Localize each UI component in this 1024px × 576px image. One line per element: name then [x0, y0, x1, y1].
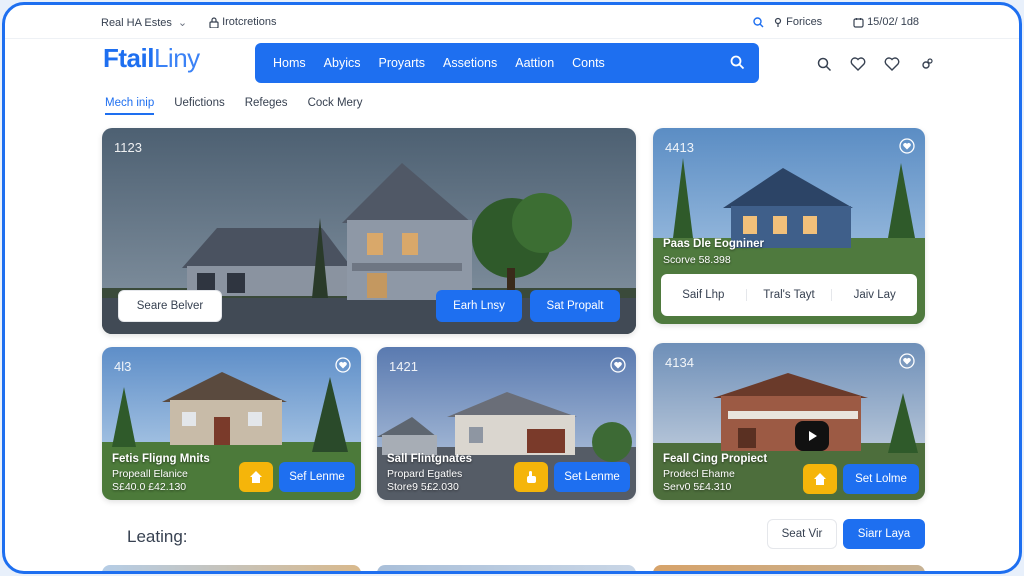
favorites-icon[interactable]	[883, 55, 901, 73]
home-icon	[250, 471, 262, 483]
section-heading: Leating:	[127, 527, 188, 546]
hero-button-1[interactable]: Earh Lnsy	[436, 290, 522, 322]
primary-button[interactable]: Siarr Laya	[843, 519, 925, 549]
nav-item-abyics[interactable]: Abyics	[316, 56, 369, 70]
featured-number: 4413	[665, 140, 694, 155]
property-number: 4134	[665, 355, 694, 370]
property-type: Propeall Elanice	[112, 468, 188, 480]
location-pin-icon	[774, 17, 782, 27]
home-button[interactable]	[239, 462, 273, 492]
listing-card-peek[interactable]	[377, 565, 636, 571]
brand-logo[interactable]: FtailLiny	[103, 43, 200, 74]
property-type: Propard Egatles	[387, 468, 463, 480]
hero-search-button[interactable]: Seare Belver	[118, 290, 222, 322]
nav-item-homs[interactable]: Homs	[265, 56, 314, 70]
pointer-button[interactable]	[514, 462, 548, 492]
property-number: 4l3	[114, 359, 132, 374]
card-action-button[interactable]: Set Lenme	[554, 462, 630, 492]
property-card[interactable]: 4134 Feall Cing Propiect Prodecl Ehame S…	[653, 343, 925, 500]
nav-item-proyarts[interactable]: Proyarts	[370, 56, 433, 70]
play-icon	[809, 431, 817, 441]
featured-title: Paas Dle Eogniner	[663, 238, 764, 250]
forces-label: Forices	[786, 16, 823, 28]
home-button[interactable]	[803, 464, 837, 494]
featured-segment-bar: Saif Lhp Tral's Tayt Jaiv Lay	[661, 274, 917, 316]
video-play-button[interactable]	[795, 421, 829, 451]
hero-number: 1123	[114, 140, 142, 155]
search-icon[interactable]	[815, 55, 833, 73]
heart-badge-icon[interactable]	[335, 357, 351, 373]
heart-badge-icon[interactable]	[899, 138, 915, 154]
secondary-button[interactable]: Seat Vir	[767, 519, 837, 549]
heart-badge-icon[interactable]	[610, 357, 626, 373]
property-number: 1421	[389, 359, 418, 374]
featured-card[interactable]: 4413 Paas Dle Eogniner Scorve 58.398 Sai…	[653, 128, 925, 324]
sub-tabs: Mech inip Uefictions Refeges Cock Mery	[105, 97, 363, 115]
main-nav: Homs Abyics Proyarts Assetions Aattion C…	[255, 43, 759, 83]
forces-link[interactable]: Forices	[753, 16, 822, 28]
card-action-button[interactable]: Set Lolme	[843, 464, 919, 494]
utility-bar: Real HA Estes ⌄ Irotcretions Forices 15/0…	[5, 5, 1019, 39]
nav-item-conts[interactable]: Conts	[564, 56, 613, 70]
listing-card-peek[interactable]	[102, 565, 361, 571]
lock-icon	[209, 17, 219, 28]
app-frame: Real HA Estes ⌄ Irotcretions Forices 15/0…	[2, 2, 1022, 574]
date-display: 15/02/ 1d8	[853, 16, 919, 28]
tab-refeges[interactable]: Refeges	[245, 97, 288, 115]
segment-2[interactable]: Tral's Tayt	[747, 289, 833, 301]
property-title: Feall Cing Propiect	[663, 453, 768, 465]
settings-icon[interactable]	[917, 55, 935, 73]
hero-card[interactable]: 1123 Seare Belver Earh Lnsy Sat Propalt	[102, 128, 636, 334]
tab-uefictions[interactable]: Uefictions	[174, 97, 225, 115]
header-actions	[815, 55, 935, 73]
property-card[interactable]: 4l3 Fetis Fligng Mnits Propeall Elanice …	[102, 347, 361, 500]
property-price: S£40.0 £42.130	[112, 481, 187, 493]
property-price: Store9 5£2.030	[387, 481, 459, 493]
tab-mech-inip[interactable]: Mech inip	[105, 97, 155, 115]
notifications-link[interactable]: Irotcretions	[209, 16, 276, 28]
site-selector-label: Real HA Estes	[101, 17, 172, 29]
home-icon	[814, 473, 826, 485]
card-action-button[interactable]: Sef Lenme	[279, 462, 355, 492]
site-selector[interactable]: Real HA Estes ⌄	[101, 16, 187, 29]
listing-card-peek[interactable]	[653, 565, 925, 571]
hero-button-2[interactable]: Sat Propalt	[530, 290, 620, 322]
search-icon	[753, 16, 764, 28]
date-label: 15/02/ 1d8	[867, 16, 920, 28]
property-price: Serv0 5£4.310	[663, 481, 732, 493]
hand-pointer-icon	[527, 471, 536, 483]
nav-item-assetions[interactable]: Assetions	[435, 56, 505, 70]
search-icon[interactable]	[730, 55, 745, 70]
property-title: Fetis Fligng Mnits	[112, 453, 210, 465]
property-card[interactable]: 1421 Sall Flintgnates Propard Egatles St…	[377, 347, 636, 500]
notifications-label: Irotcretions	[222, 16, 277, 28]
heart-icon[interactable]	[849, 55, 867, 73]
property-title: Sall Flintgnates	[387, 453, 472, 465]
calendar-icon	[853, 17, 864, 28]
property-type: Prodecl Ehame	[663, 468, 735, 480]
heart-badge-icon[interactable]	[899, 353, 915, 369]
logo-light: Liny	[153, 43, 200, 73]
segment-3[interactable]: Jaiv Lay	[832, 289, 917, 301]
logo-strong: Ftail	[103, 43, 154, 73]
featured-subtitle: Scorve 58.398	[663, 254, 731, 266]
tab-cock-mery[interactable]: Cock Mery	[308, 97, 363, 115]
nav-item-aattion[interactable]: Aattion	[507, 56, 562, 70]
segment-1[interactable]: Saif Lhp	[661, 289, 747, 301]
chevron-down-icon: ⌄	[177, 17, 188, 29]
